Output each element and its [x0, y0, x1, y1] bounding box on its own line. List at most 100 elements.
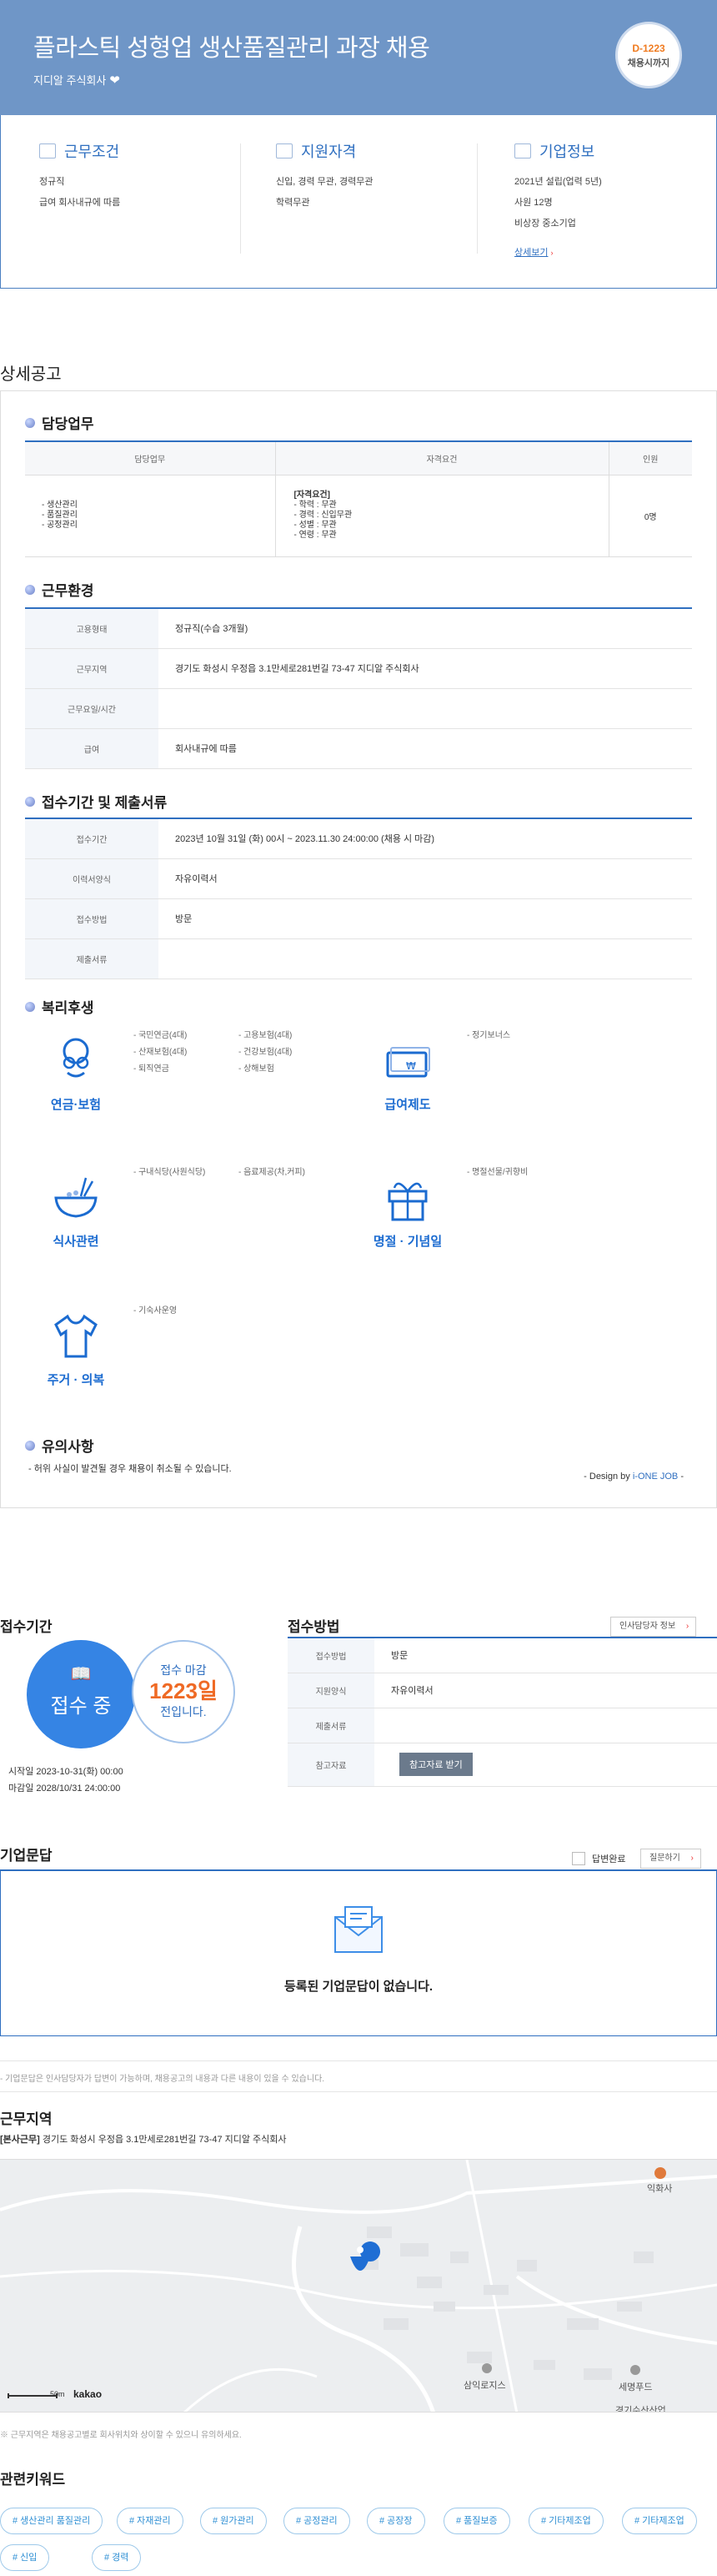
keyword-tag[interactable]: # 자재관리 [117, 2508, 183, 2534]
welfare-items: - 음료제공(차,커피) [238, 1168, 305, 1177]
table-row: 접수방법 방문 [25, 898, 692, 939]
env-heading: 근무환경 [25, 579, 94, 600]
bullet-icon [25, 796, 35, 807]
detail-title: 상세공고 [0, 365, 62, 384]
qna-empty-text: 등록된 기업문답이 없습니다. [283, 1980, 434, 1994]
map[interactable]: 익화사 삼익로지스 세명푸드 경기수산산업 50m kakao [0, 2159, 717, 2412]
keyword-tag[interactable]: # 기타제조업 [529, 2508, 604, 2534]
table-row: 급여 회사내규에 따름 [25, 728, 692, 769]
keyword-tag[interactable]: # 원가관리 [200, 2508, 267, 2534]
method-table: 접수방법 방문 지원양식 자유이력서 제출서류 참고자료 참고자료 받기 [288, 1637, 717, 1787]
application-dates: 시작일 2023-10-31(화) 00:00 마감일 2028/10/31 2… [8, 1763, 123, 1797]
keywords-title: 관련키워드 [0, 2472, 66, 2488]
answered-checkbox[interactable] [572, 1852, 585, 1865]
tasks-cell: - 생산관리 - 품질관리 - 공정관리 [25, 475, 275, 557]
company-icon [514, 143, 531, 158]
env-table: 고용형태 정규직(수습 3개월) 근무지역 경기도 화성시 우정읍 3.1만세로28… [25, 607, 692, 769]
company-more-link[interactable]: 상세보기 [514, 248, 548, 258]
table-row: 이력서양식 자유이력서 [25, 858, 692, 899]
qualification: 지원자격 신입, 경력 무관, 경력무관 학력무관 [276, 140, 484, 209]
gift-icon [388, 1182, 428, 1221]
bullet-icon [25, 417, 35, 428]
map-label: 익화사 [647, 2184, 673, 2194]
welfare-items: - 명절선물/귀향비 [467, 1168, 529, 1177]
summary-panel: 근무조건 정규직 급여 회사내규에 따름 지원자격 신입, 경력 무관, 경력무… [0, 115, 717, 289]
start-date: 시작일 2023-10-31(화) 00:00 [8, 1767, 123, 1777]
table-row: - 생산관리 - 품질관리 - 공정관리 [자격요건] - 학력 : 무관 - 경력 … [25, 475, 692, 557]
bullet-icon [25, 584, 35, 595]
welfare-label: 연금·보험 [50, 1098, 102, 1112]
welfare-heading: 복리후생 [25, 996, 94, 1017]
col-header: 담당업무 [25, 440, 275, 475]
welfare-items: - 국민연금(4대) - 산재보험(4대) - 퇴직연금 [133, 1031, 188, 1074]
keyword-tag[interactable]: # 공장장 [367, 2508, 425, 2534]
qualification-item: 학력무관 [276, 198, 310, 208]
table-row: 근무지역 경기도 화성시 우정읍 3.1만세로281번길 73-47 지디알 주식… [25, 648, 692, 689]
work-conditions-title: 근무조건 [64, 143, 120, 160]
chevron-right-icon: › [550, 249, 554, 257]
table-row: 참고자료 참고자료 받기 [288, 1743, 717, 1787]
duty-table: 담당업무 자격요건 인원 - 생산관리 - 품질관리 - 공정관리 [자격요건] -… [25, 440, 692, 557]
kakao-logo: kakao [73, 2388, 103, 2400]
qualification-title: 지원자격 [301, 143, 357, 160]
ask-button[interactable]: 질문하기 › [640, 1849, 701, 1869]
notice-text: - 허위 사실이 발견될 경우 채용이 취소될 수 있습니다. [28, 1464, 232, 1474]
location-note: ※ 근무지역은 채용공고별로 회사위치와 상이할 수 있으니 유의하세요. [0, 2431, 242, 2440]
company-item: 사원 12명 [514, 198, 553, 208]
design-credit: - Design by i-ONE JOB - [584, 1472, 684, 1482]
heart-icon[interactable]: ❤ [109, 73, 120, 88]
welfare-label: 급여제도 [384, 1098, 431, 1112]
location-address: [본사근무] 경기도 화성시 우정읍 3.1만세로281번길 73-47 지디알… [0, 2135, 287, 2145]
notice-heading: 유의사항 [25, 1435, 94, 1456]
deadline-days: 1223일 [149, 1678, 218, 1703]
download-ref-button[interactable]: 참고자료 받기 [399, 1753, 473, 1776]
pension-icon [63, 1038, 89, 1078]
keyword-tag[interactable]: # 신입 [0, 2544, 50, 2571]
welfare-label: 주거 · 의복 [47, 1373, 105, 1387]
answered-label: 답변완료 [592, 1854, 626, 1864]
table-row: 근무요일/시간 [25, 688, 692, 729]
table-row: 지원양식 자유이력서 [288, 1673, 717, 1708]
welfare-label: 식사관련 [53, 1235, 99, 1249]
dday-count: D-1223 [632, 43, 665, 54]
company-info-title: 기업정보 [539, 143, 595, 160]
apply-heading: 접수기간 및 제출서류 [25, 791, 167, 812]
location-title: 근무지역 [0, 2111, 53, 2127]
company-item: 2021년 설립(업력 5년) [514, 177, 602, 187]
company-item: 비상장 중소기업 [514, 219, 576, 229]
divider [477, 143, 478, 254]
job-title: 플라스틱 성형업 생산품질관리 과장 채용 [33, 35, 430, 62]
status-circle: 📖 접수 중 [27, 1640, 135, 1748]
col-header: 자격요건 [274, 440, 609, 475]
keyword-tag[interactable]: # 품질보증 [444, 2508, 510, 2534]
shirt-icon [54, 1314, 98, 1358]
chevron-right-icon: › [690, 1854, 694, 1863]
company-name[interactable]: 지디알 주식회사 ❤ [33, 72, 120, 88]
job-header: 플라스틱 성형업 생산품질관리 과장 채용 지디알 주식회사 ❤ D-1223 채… [0, 0, 717, 115]
apply-table: 접수기간 2023년 10월 31일 (화) 00시 ~ 2023.11.30 2… [25, 818, 692, 979]
keyword-tag[interactable]: # 공정관리 [283, 2508, 350, 2534]
welfare-items: - 고용보험(4대) - 건강보험(4대) - 상해보험 [238, 1031, 293, 1074]
keyword-tag[interactable]: # 기타제조업 [622, 2508, 697, 2534]
divider [240, 143, 241, 254]
method-title: 접수방법 [288, 1619, 340, 1635]
deadline-suffix: 전입니다. [160, 1705, 207, 1718]
book-icon: 📖 [70, 1665, 92, 1683]
qna-title: 기업문답 [0, 1848, 53, 1864]
welfare-pension: 연금·보험 [30, 1034, 122, 1113]
welfare-label: 명절 · 기념일 [373, 1235, 443, 1249]
map-scale: 50m [50, 2390, 65, 2398]
deadline-circle: 접수 마감 1223일 전입니다. [132, 1640, 235, 1743]
hr-info-button[interactable]: 인사담당자 정보 › [610, 1617, 697, 1637]
welfare-items: - 기숙사운영 [133, 1306, 178, 1316]
duty-heading: 담당업무 [25, 412, 94, 433]
keyword-tag[interactable]: # 경력 [92, 2544, 142, 2571]
table-row: 제출서류 [288, 1708, 717, 1743]
deadline-label: 접수 마감 [160, 1663, 207, 1677]
map-label: 세명푸드 [619, 2382, 653, 2392]
table-row: 제출서류 [25, 938, 692, 979]
keyword-tag[interactable]: # 생산관리 품질관리 [0, 2508, 103, 2534]
welfare-salary: ₩ 급여제도 [362, 1034, 454, 1113]
map-canvas [0, 2160, 717, 2412]
qna-disclaimer: - 기업문답은 인사담당자가 답변이 가능하며, 채용공고의 내용과 다른 내용… [0, 2060, 717, 2092]
